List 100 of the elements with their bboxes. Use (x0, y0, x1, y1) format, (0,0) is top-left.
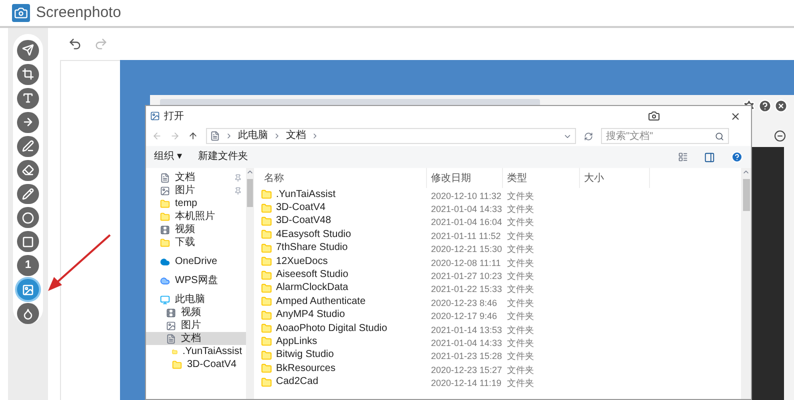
path-segment[interactable]: 文档 (286, 131, 306, 141)
nav-label: 文档 (175, 171, 195, 184)
text-tool[interactable] (17, 88, 39, 109)
refresh-icon[interactable] (584, 132, 593, 140)
close-button[interactable] (730, 110, 741, 122)
file-row[interactable]: AoaoPhoto Digital Studio 2021-01-14 13:53 文件夹 (260, 322, 741, 336)
file-row[interactable]: Aiseesoft Studio 2021-01-27 10:23 文件夹 (260, 268, 741, 282)
file-row[interactable]: 7thShare Studio 2020-12-21 15:30 文件夹 (260, 242, 741, 255)
plane-tool[interactable] (17, 40, 39, 61)
table-cell: 文件夹 (507, 244, 534, 254)
file-row[interactable]: AlarmClockData 2021-01-22 15:33 文件夹 (260, 282, 741, 296)
preview-pane-icon[interactable] (704, 152, 715, 162)
eraser-tool[interactable] (17, 160, 39, 181)
help-icon[interactable] (758, 99, 772, 113)
folder-icon (261, 229, 272, 240)
help-icon[interactable] (731, 151, 743, 163)
arrow-tool[interactable] (17, 112, 39, 133)
file-name: 3D-CoatV4 (276, 202, 326, 214)
image-icon (22, 284, 34, 296)
nav-item[interactable]: WPS网盘 (146, 274, 246, 287)
pencil-tool[interactable] (17, 184, 39, 204)
file-row[interactable]: Amped Authenticate 2020-12-23 8:46 文件夹 (260, 295, 741, 309)
file-row[interactable]: AnyMP4 Studio 2020-12-17 9:46 文件夹 (260, 308, 741, 322)
pen-tool[interactable] (17, 136, 39, 157)
eraser-icon (22, 164, 34, 176)
circle-tool[interactable] (17, 207, 39, 228)
new-folder-button[interactable]: 新建文件夹 (198, 152, 248, 162)
file-name: AoaoPhoto Digital Studio (276, 322, 388, 335)
dialog-icon (150, 111, 160, 121)
nav-item[interactable]: 文档 (146, 171, 246, 184)
file-name: 12XueDocs (276, 256, 328, 268)
document-icon (160, 172, 170, 182)
file-row[interactable]: 12XueDocs 2020-12-08 11:11 文件夹 (260, 254, 741, 268)
search-input[interactable]: 搜索"文档" (606, 128, 706, 144)
address-bar[interactable]: 此电脑 文档 (206, 128, 576, 144)
file-row[interactable]: AppLinks 2021-01-04 14:33 文件夹 (260, 335, 741, 349)
column-header[interactable]: 大小 (584, 170, 604, 186)
nav-item[interactable]: temp (146, 197, 246, 210)
nav-scrollbar[interactable] (246, 168, 254, 399)
organize-button[interactable]: 组织 ▾ (154, 152, 182, 162)
nav-item[interactable]: 图片 (146, 319, 246, 332)
scroll-thumb[interactable] (742, 179, 750, 211)
folder-icon (261, 323, 272, 334)
square-tool[interactable] (17, 231, 39, 252)
drop-tool[interactable] (17, 303, 39, 324)
square-icon (22, 236, 34, 248)
nav-item[interactable]: 视频 (146, 306, 246, 319)
file-row[interactable]: 3D-CoatV4 2021-01-04 14:33 文件夹 (260, 201, 741, 215)
table-cell: 文件夹 (507, 298, 534, 308)
scroll-thumb[interactable] (247, 179, 253, 207)
nav-item[interactable]: 本机照片 (146, 210, 246, 223)
nav-item[interactable]: OneDrive (146, 255, 246, 268)
table-cell: 2020-12-17 9:46 (431, 311, 498, 322)
column-header[interactable]: 修改日期 (431, 170, 471, 186)
nav-item[interactable]: 文档 (146, 332, 246, 345)
folder-icon (261, 270, 272, 281)
file-row[interactable]: 4Easysoft Studio 2021-01-11 11:52 文件夹 (260, 228, 741, 242)
search-icon[interactable] (715, 132, 724, 140)
folder-icon (261, 296, 272, 308)
close-icon[interactable] (774, 99, 788, 113)
file-row[interactable]: 3D-CoatV48 2021-01-04 16:04 文件夹 (260, 214, 741, 228)
file-row[interactable]: BkResources 2020-12-23 15:27 文件夹 (260, 362, 741, 376)
file-name: .YunTaiAssist (276, 188, 336, 201)
file-row[interactable]: .YunTaiAssist 2020-12-10 11:32 文件夹 (260, 188, 741, 202)
film-icon (160, 224, 170, 234)
text-icon (22, 92, 34, 104)
nav-label: 3D-CoatV4 (187, 358, 236, 371)
camera-icon[interactable] (648, 110, 660, 122)
nav-item[interactable]: 图片 (146, 184, 246, 197)
nav-item[interactable]: 3D-CoatV4 (146, 358, 246, 371)
nav-label: temp (175, 197, 198, 210)
zoom-out-icon[interactable] (774, 130, 786, 142)
number-tool[interactable]: 1 (17, 255, 39, 276)
folder-icon (172, 360, 182, 370)
image-tool[interactable] (17, 279, 39, 300)
app-title: Screenphoto (36, 2, 122, 23)
scroll-up-icon[interactable] (246, 168, 254, 176)
column-header[interactable]: 名称 (264, 170, 284, 186)
file-row[interactable]: Bitwig Studio 2021-01-23 15:28 文件夹 (260, 348, 741, 362)
view-options-icon[interactable] (678, 152, 688, 162)
column-header[interactable]: 类型 (507, 170, 527, 186)
file-name: Aiseesoft Studio (276, 269, 348, 282)
search-field[interactable]: 搜索"文档" (601, 128, 729, 144)
crop-tool[interactable] (17, 64, 39, 85)
nav-label: 下载 (175, 236, 195, 249)
file-row[interactable]: Cad2Cad 2020-12-14 11:19 文件夹 (260, 375, 741, 389)
nav-item[interactable]: .YunTaiAssist (146, 345, 246, 358)
table-cell: 2021-01-14 13:53 (431, 324, 502, 335)
up-icon[interactable] (188, 131, 198, 141)
nav-item[interactable]: 视频 (146, 223, 246, 236)
undo-icon[interactable] (68, 37, 82, 51)
table-cell: 2021-01-04 14:33 (431, 204, 502, 214)
folder-icon (160, 212, 170, 222)
list-scrollbar[interactable] (741, 168, 751, 399)
path-segment[interactable]: 此电脑 (238, 131, 268, 141)
computer-icon (160, 294, 170, 304)
nav-item[interactable]: 下载 (146, 236, 246, 249)
nav-item[interactable]: 此电脑 (146, 293, 246, 306)
nav-label: 视频 (181, 306, 201, 319)
scroll-up-icon[interactable] (742, 168, 750, 176)
